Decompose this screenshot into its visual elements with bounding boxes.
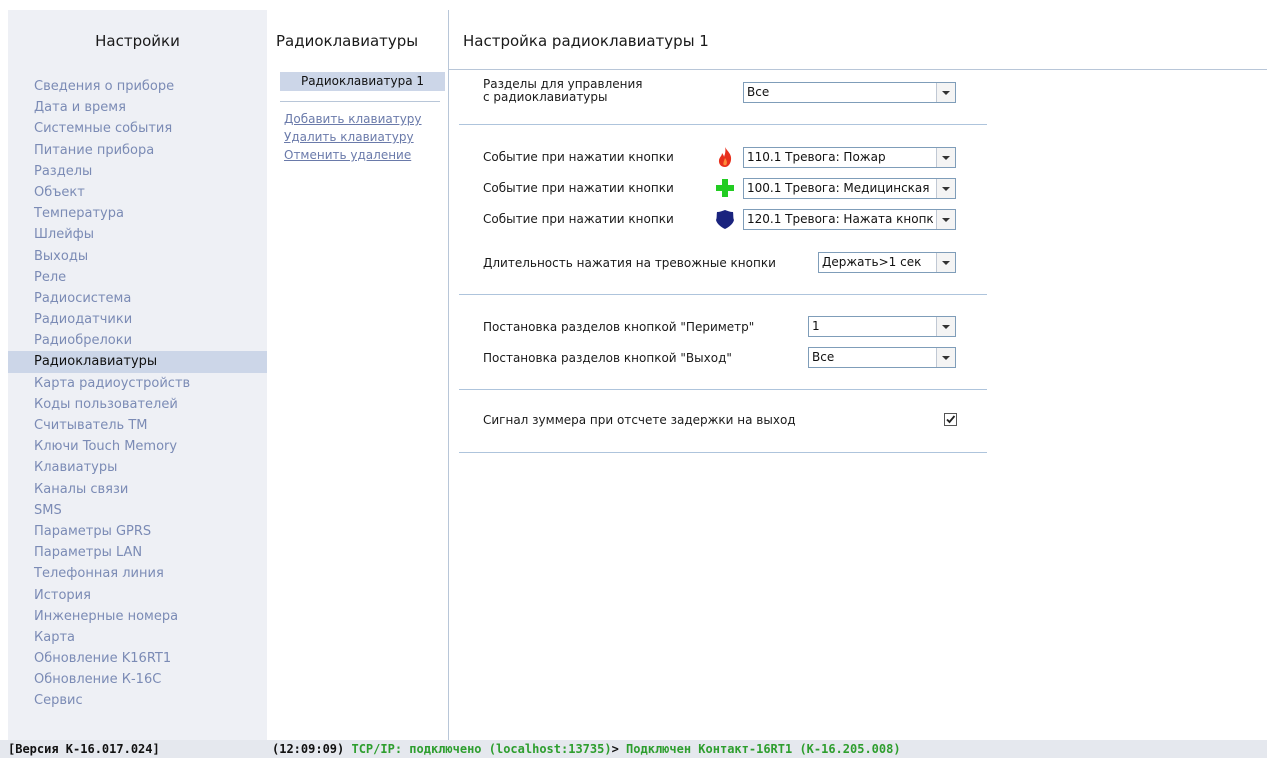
divider [449,69,1267,70]
sidebar-item[interactable]: Радиоклавиатуры [8,351,267,373]
buzzer-label: Сигнал зуммера при отсчете задержки на в… [483,413,796,427]
connection-status: (12:09:09) TCP/IP: подключено (localhost… [272,740,901,758]
divider [459,124,987,125]
sidebar-item[interactable]: Радиобрелоки [8,330,267,351]
chevron-down-icon[interactable] [936,210,955,229]
sidebar-item[interactable]: Карта [8,627,267,648]
event-label-fire: Событие при нажатии кнопки [483,150,674,164]
undo-delete-link[interactable]: Отменить удаление [284,146,448,164]
event-select-fire[interactable]: 110.1 Тревога: Пожар [743,147,956,168]
status-time: (12:09:09) [272,742,345,756]
chevron-down-icon[interactable] [936,317,955,336]
settings-title: Настройки [95,32,180,50]
keyboards-column: Радиоклавиатуры Радиоклавиатура 1 Добави… [268,10,449,740]
sidebar-item[interactable]: SMS [8,500,267,521]
sidebar-item[interactable]: Температура [8,203,267,224]
keyboards-title: Радиоклавиатуры [276,32,419,50]
buzzer-checkbox[interactable] [944,413,957,426]
exit-select[interactable]: Все [808,347,956,368]
sidebar-item[interactable]: Клавиатуры [8,457,267,478]
sidebar-item[interactable]: Инженерные номера [8,606,267,627]
sections-label: Разделы для управления с радиоклавиатуры [483,77,643,104]
sidebar-item[interactable]: Телефонная линия [8,563,267,584]
sidebar-item[interactable]: Каналы связи [8,479,267,500]
sidebar-item[interactable]: Системные события [8,118,267,139]
page-title: Настройка радиоклавиатуры 1 [463,32,709,50]
event-label-medical: Событие при нажатии кнопки [483,181,674,195]
sidebar-item[interactable]: Карта радиоустройств [8,373,267,394]
sidebar-item[interactable]: Питание прибора [8,140,267,161]
sidebar-item[interactable]: Параметры LAN [8,542,267,563]
chevron-down-icon[interactable] [936,348,955,367]
connection-text: TCP/IP: подключено (localhost:13735) [351,742,612,756]
divider [459,294,987,295]
chevron-down-icon[interactable] [936,253,955,272]
chevron-down-icon[interactable] [936,148,955,167]
sidebar-item[interactable]: Обновление К-16С [8,669,267,690]
fire-icon [714,146,736,168]
sidebar-item[interactable]: Дата и время [8,97,267,118]
sidebar-item[interactable]: Радиодатчики [8,309,267,330]
sidebar-item[interactable]: Радиосистема [8,288,267,309]
sidebar-item[interactable]: Сведения о приборе [8,76,267,97]
sections-select[interactable]: Все [743,82,956,103]
duration-label: Длительность нажатия на тревожные кнопки [483,256,776,270]
duration-select[interactable]: Держать>1 сек [818,252,956,273]
sidebar-item[interactable]: Объект [8,182,267,203]
police-badge-icon [714,208,736,230]
chevron-down-icon[interactable] [936,83,955,102]
keyboard-list-item[interactable]: Радиоклавиатура 1 [280,72,445,91]
sidebar-item[interactable]: Коды пользователей [8,394,267,415]
perimeter-select[interactable]: 1 [808,316,956,337]
divider [280,101,440,102]
settings-nav-list: Сведения о приборе Дата и время Системные … [8,76,267,712]
sidebar-item[interactable]: Выходы [8,246,267,267]
sidebar-item[interactable]: Сервис [8,690,267,711]
add-keyboard-link[interactable]: Добавить клавиатуру [284,110,448,128]
sidebar-item[interactable]: Шлейфы [8,224,267,245]
sidebar-item[interactable]: История [8,585,267,606]
status-arrow: > [611,742,619,756]
checkmark-icon [946,415,956,424]
divider [459,389,987,390]
sidebar-item[interactable]: Параметры GPRS [8,521,267,542]
sidebar-item[interactable]: Ключи Touch Memory [8,436,267,457]
sidebar-item[interactable]: Считыватель ТМ [8,415,267,436]
sidebar-item[interactable]: Разделы [8,161,267,182]
divider [459,452,987,453]
sidebar-item[interactable]: Обновление K16RT1 [8,648,267,669]
chevron-down-icon[interactable] [936,179,955,198]
medical-cross-icon [714,177,736,199]
perimeter-label: Постановка разделов кнопкой "Периметр" [483,320,755,334]
event-select-medical[interactable]: 100.1 Тревога: Медицинская [743,178,956,199]
exit-label: Постановка разделов кнопкой "Выход" [483,351,732,365]
event-label-police: Событие при нажатии кнопки [483,212,674,226]
delete-keyboard-link[interactable]: Удалить клавиатуру [284,128,448,146]
settings-sidebar: Настройки Сведения о приборе Дата и время… [8,10,267,740]
device-text: Подключен Контакт-16RT1 (K-16.205.008) [626,742,901,756]
version-label: [Версия K-16.017.024] [8,742,160,756]
status-bar: [Версия K-16.017.024] (12:09:09) TCP/IP:… [0,740,1267,758]
sidebar-item[interactable]: Реле [8,267,267,288]
event-select-police[interactable]: 120.1 Тревога: Нажата кнопка [743,209,956,230]
